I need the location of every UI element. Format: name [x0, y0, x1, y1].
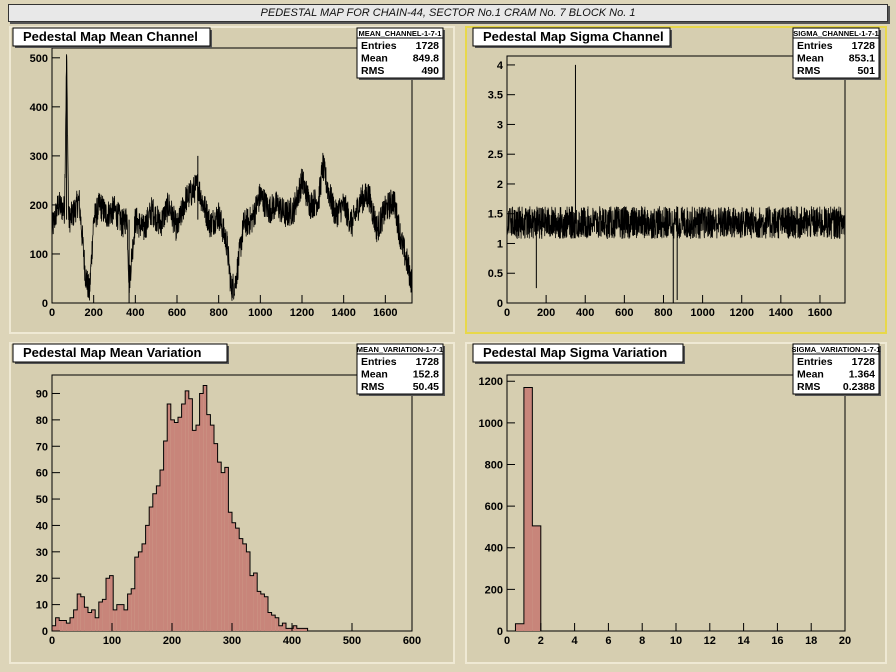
x-tick-label: 16 [771, 635, 783, 647]
stats-label: Mean [797, 369, 824, 381]
y-tick-label: 1200 [479, 376, 503, 388]
stats-box: SIGMA_VARIATION-1-7-1 Entries 1728 Mean 1.36… [792, 343, 881, 396]
stats-value: 1728 [852, 356, 876, 368]
plot-frame [506, 374, 846, 632]
x-tick-label: 20 [839, 635, 851, 647]
svg-text:Pedestal Map Sigma Variation: Pedestal Map Sigma Variation [483, 345, 667, 360]
x-tick-label: 2 [538, 635, 544, 647]
y-tick-label: 0 [497, 626, 503, 638]
stats-label: RMS [797, 381, 820, 393]
y-tick-label: 200 [485, 584, 503, 596]
x-tick-label: 10 [670, 635, 682, 647]
y-tick-label: 400 [485, 543, 503, 555]
y-tick-label: 1000 [479, 418, 503, 430]
stats-value: 1.364 [849, 369, 875, 381]
stats-value: 0.2388 [843, 381, 875, 393]
hist-bar [532, 525, 541, 631]
stats-label: Entries [797, 356, 833, 368]
x-tick-label: 0 [504, 635, 510, 647]
y-tick-label: 600 [485, 501, 503, 513]
chart-svg-4: 0 2 4 6 8 10 12 14 16 18 20020040060080010001200Pe… [472, 343, 881, 647]
hist-bar [523, 387, 533, 631]
x-tick-label: 18 [805, 635, 817, 647]
hist-outline [507, 386, 845, 632]
x-tick-label: 14 [737, 635, 750, 647]
x-tick-label: 4 [572, 635, 579, 647]
stats-name: SIGMA_VARIATION-1-7-1 [792, 345, 881, 354]
y-tick-label: 800 [485, 459, 503, 471]
histogram-title: Pedestal Map Sigma Variation [472, 343, 685, 364]
hist-bar [515, 623, 524, 631]
root-canvas: PEDESTAL MAP FOR CHAIN-44, SECTOR No.1 C… [0, 0, 896, 672]
x-tick-label: 12 [704, 635, 716, 647]
x-tick-label: 6 [605, 635, 611, 647]
x-tick-label: 8 [639, 635, 645, 647]
